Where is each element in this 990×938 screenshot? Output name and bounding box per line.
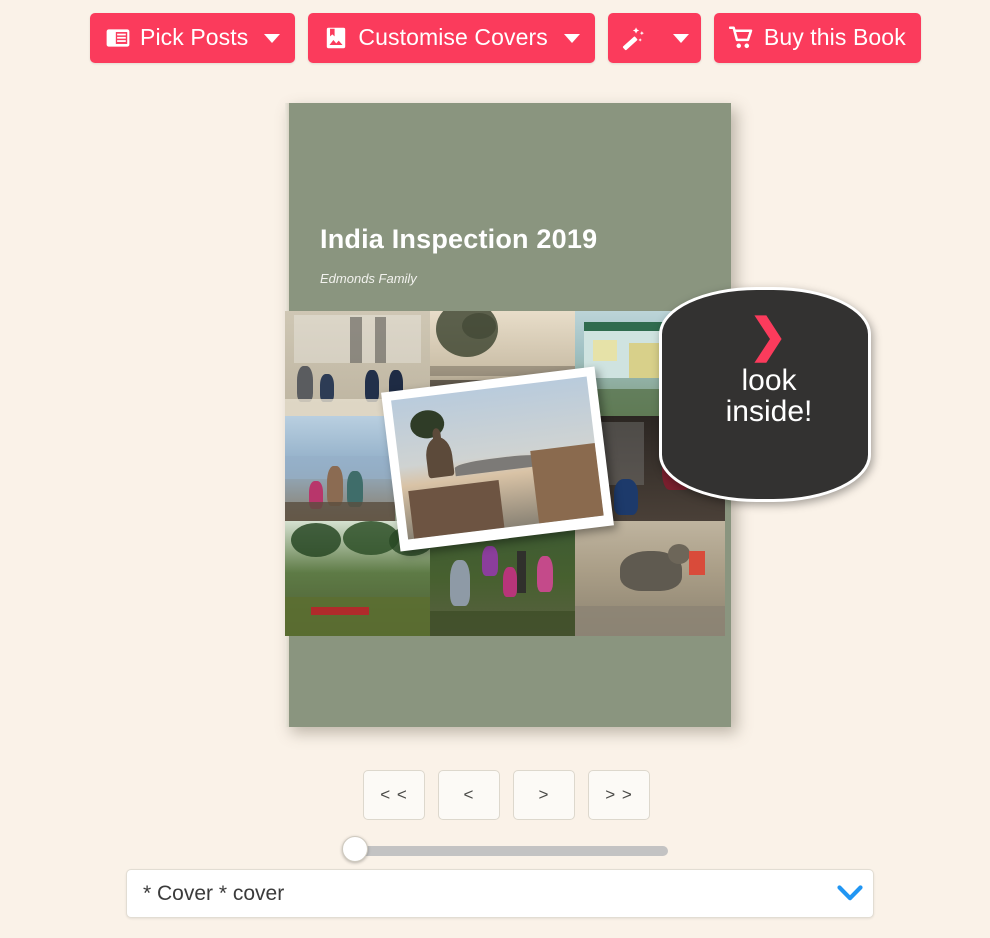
chevron-down-icon[interactable]	[264, 33, 281, 43]
next-page-button[interactable]: >	[513, 770, 575, 820]
collage-photo-polaroid	[381, 366, 614, 552]
page-select-value: * Cover * cover	[143, 881, 285, 905]
article-icon	[105, 25, 131, 51]
look-inside-badge[interactable]: ❯ look inside!	[659, 287, 871, 502]
page-select[interactable]: * Cover * cover	[126, 869, 874, 918]
pager-controls: < < < > > >	[363, 770, 650, 820]
previous-page-button[interactable]: <	[438, 770, 500, 820]
look-inside-line1: look	[741, 364, 797, 397]
magic-effects-button[interactable]	[607, 13, 701, 63]
page-slider-track[interactable]	[355, 846, 668, 856]
chevron-down-icon[interactable]	[827, 885, 873, 902]
magic-wand-icon	[620, 25, 646, 51]
page-slider[interactable]	[342, 836, 668, 862]
chevron-down-icon[interactable]	[672, 33, 689, 43]
pick-posts-button[interactable]: Pick Posts	[90, 13, 296, 63]
page-slider-thumb[interactable]	[342, 836, 368, 862]
first-page-button[interactable]: < <	[363, 770, 425, 820]
chevron-right-icon: ❯	[748, 309, 788, 361]
buy-this-book-button[interactable]: Buy this Book	[713, 13, 921, 63]
book-title: India Inspection 2019	[320, 224, 598, 254]
chevron-down-icon[interactable]	[563, 33, 580, 43]
shopping-cart-icon	[728, 25, 755, 51]
image-bookmark-icon	[323, 25, 349, 51]
pick-posts-label: Pick Posts	[140, 23, 249, 50]
book-preview-stage: India Inspection 2019 Edmonds Family ❯ l…	[0, 90, 990, 750]
customise-covers-label: Customise Covers	[358, 23, 548, 50]
look-inside-line2: inside!	[725, 394, 813, 428]
last-page-button[interactable]: > >	[588, 770, 650, 820]
collage-photo-monkey	[575, 521, 725, 636]
toolbar: Pick Posts Customise Covers Buy this Boo…	[90, 13, 921, 63]
buy-this-book-label: Buy this Book	[763, 23, 906, 50]
book-subtitle: Edmonds Family	[320, 271, 417, 286]
collage-photo-city	[285, 416, 395, 521]
customise-covers-button[interactable]: Customise Covers	[308, 13, 595, 63]
